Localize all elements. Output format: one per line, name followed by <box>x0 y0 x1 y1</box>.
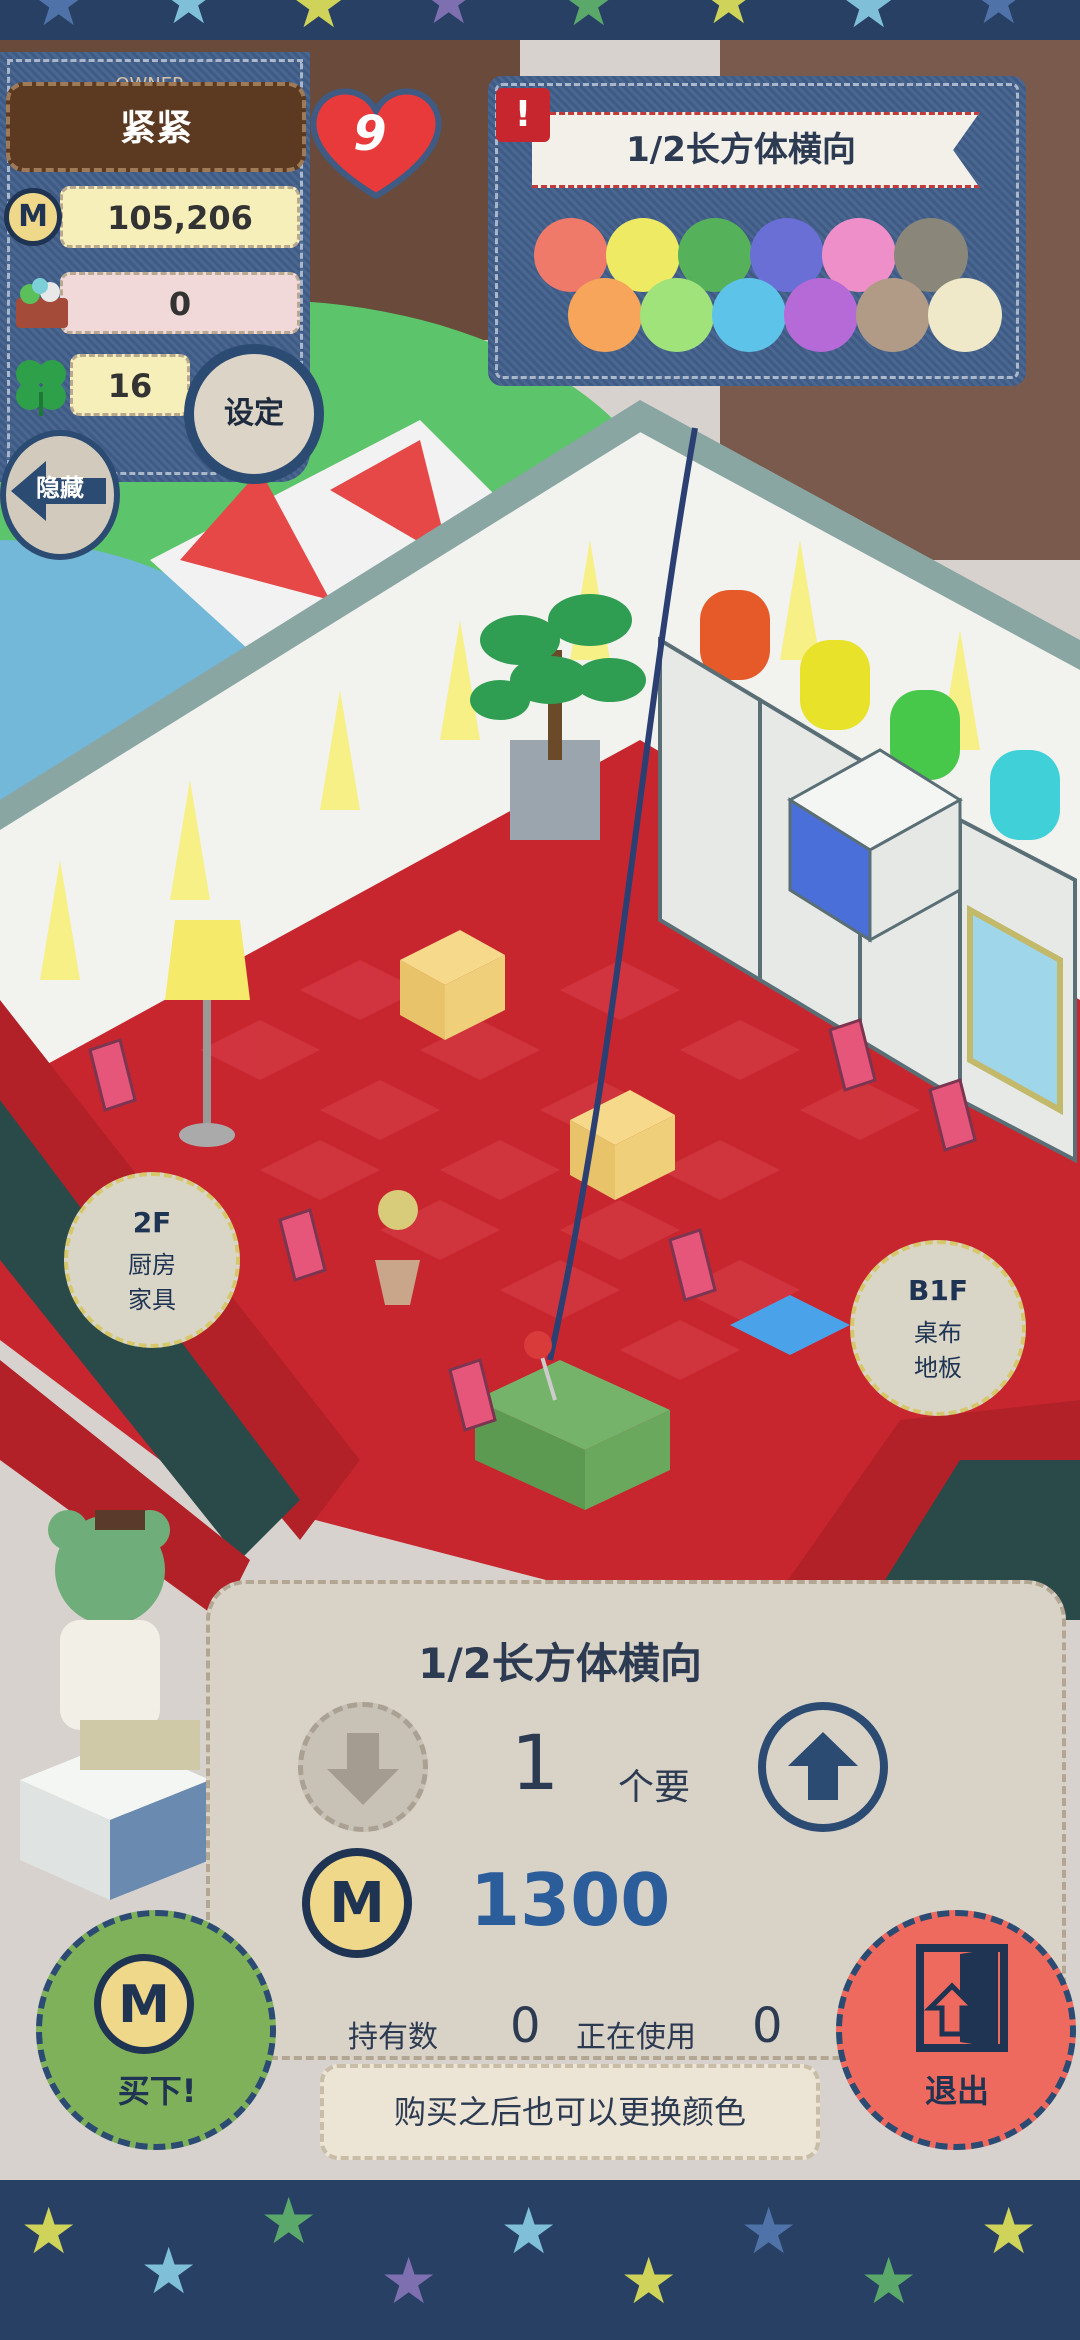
price-value: 1300 <box>470 1858 671 1942</box>
exit-door-icon <box>916 1944 1008 2052</box>
basket-icon <box>10 276 74 332</box>
player-name: 紧紧 <box>6 82 306 172</box>
color-swatch[interactable] <box>712 278 786 352</box>
color-swatch[interactable] <box>640 278 714 352</box>
exit-label: 退出 <box>924 2072 989 2110</box>
hide-button[interactable]: 隐藏 <box>0 430 120 560</box>
settings-button[interactable]: 设定 <box>184 344 324 484</box>
hint-box: 购买之后也可以更换颜色 <box>320 2064 820 2160</box>
floor-down-line1: 桌布 <box>914 1319 962 1347</box>
arrow-down-icon <box>327 1733 399 1805</box>
alert-icon: ! <box>496 88 550 142</box>
decrease-quantity-button[interactable] <box>298 1702 428 1832</box>
color-swatch[interactable] <box>568 278 642 352</box>
owned-value: 0 <box>510 1998 541 2054</box>
floor-down-line2: 地板 <box>914 1354 962 1382</box>
coin-icon: M <box>4 188 62 246</box>
price-coin-icon: M <box>302 1848 412 1958</box>
floor-down-sign[interactable]: B1F 桌布 地板 <box>850 1240 1026 1416</box>
floor-up-sign[interactable]: 2F 厨房 家具 <box>64 1172 240 1348</box>
top-star-border: ★ ★ ★ ★ ★ ★ ★ ★ <box>0 0 1080 40</box>
color-picker-title: 1/2长方体横向 <box>626 130 856 170</box>
in-use-label: 正在使用 <box>576 2020 696 2055</box>
coin-count: 105,206 <box>60 186 300 248</box>
in-use-value: 0 <box>752 1998 783 2054</box>
clover-count: 16 <box>70 354 190 416</box>
increase-quantity-button[interactable] <box>758 1702 888 1832</box>
basket-count: 0 <box>60 272 300 334</box>
floor-up-label: 2F <box>132 1206 172 1239</box>
quantity-unit: 个要 <box>618 1767 691 1808</box>
buy-button[interactable]: M 买下! <box>36 1910 276 2150</box>
color-swatch[interactable] <box>784 278 858 352</box>
level-heart-badge: 9 <box>306 76 446 206</box>
quantity-value: 1 <box>510 1718 560 1807</box>
buy-label: 买下! <box>117 2072 197 2110</box>
level-number: 9 <box>353 106 387 162</box>
color-swatch[interactable] <box>856 278 930 352</box>
exit-button[interactable]: 退出 <box>836 1910 1076 2150</box>
hide-label: 隐藏 <box>36 474 84 502</box>
color-swatch-grid <box>534 218 1004 368</box>
floor-up-line2: 家具 <box>128 1286 176 1314</box>
floor-down-label: B1F <box>908 1274 968 1307</box>
hint-text: 购买之后也可以更换颜色 <box>393 2093 746 2131</box>
arrow-up-icon <box>788 1732 858 1800</box>
bottom-star-border: ★ ★ ★ ★ ★ ★ ★ ★ ★ <box>0 2180 1080 2340</box>
color-picker-title-ribbon: 1/2长方体横向 <box>532 112 980 188</box>
buy-coin-icon: M <box>94 1954 194 2054</box>
settings-label: 设定 <box>224 396 284 431</box>
color-swatch[interactable] <box>928 278 1002 352</box>
floor-up-line1: 厨房 <box>128 1251 176 1279</box>
owned-label: 持有数 <box>348 2020 438 2055</box>
purchase-item-name: 1/2长方体横向 <box>418 1639 702 1688</box>
clover-icon <box>8 352 74 418</box>
